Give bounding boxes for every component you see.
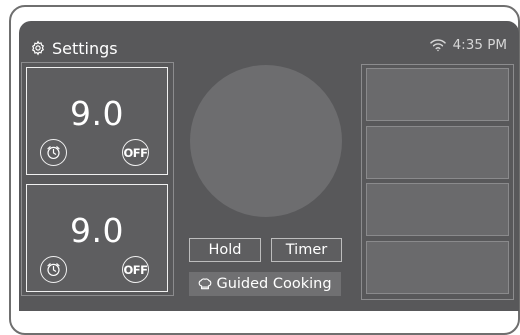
status-indicators: 4:35 PM [429, 37, 507, 53]
chef-hat-icon [199, 278, 212, 290]
timer-button[interactable]: Timer [271, 238, 342, 262]
right-panel [361, 64, 514, 300]
guided-cooking-button[interactable]: Guided Cooking [189, 272, 341, 296]
clock-icon [47, 146, 60, 160]
cooking-zone-1[interactable]: 9.0 OFF [26, 67, 168, 175]
cooking-zone-2[interactable]: 9.0 OFF [26, 184, 168, 292]
settings-label: Settings [52, 38, 118, 58]
cooking-zones-panel: 9.0 OFF 9.0 OFF [21, 62, 174, 296]
right-slot-1[interactable] [366, 68, 509, 121]
oven-screen: Settings 4:35 PM 9.0 OFF 9.0 OFF Hold Ti… [19, 21, 519, 311]
zone-2-off-button[interactable]: OFF [122, 256, 149, 283]
right-slot-4[interactable] [366, 241, 509, 294]
clock-icon [47, 263, 60, 277]
right-slot-2[interactable] [366, 126, 509, 179]
guided-cooking-label: Guided Cooking [216, 276, 332, 292]
settings-button[interactable]: Settings [30, 36, 118, 60]
wifi-icon [429, 39, 446, 52]
right-slot-3[interactable] [366, 183, 509, 236]
status-bar: Settings 4:35 PM [19, 21, 519, 65]
zone-1-temperature: 9.0 [70, 94, 124, 133]
zone-2-timer-button[interactable] [40, 256, 67, 283]
gear-icon [31, 40, 45, 56]
zone-1-off-button[interactable]: OFF [122, 139, 149, 166]
zone-1-timer-button[interactable] [40, 139, 67, 166]
hold-button[interactable]: Hold [189, 238, 261, 262]
clock-time: 4:35 PM [452, 37, 507, 53]
temperature-dial[interactable] [190, 65, 342, 217]
zone-2-temperature: 9.0 [70, 211, 124, 250]
